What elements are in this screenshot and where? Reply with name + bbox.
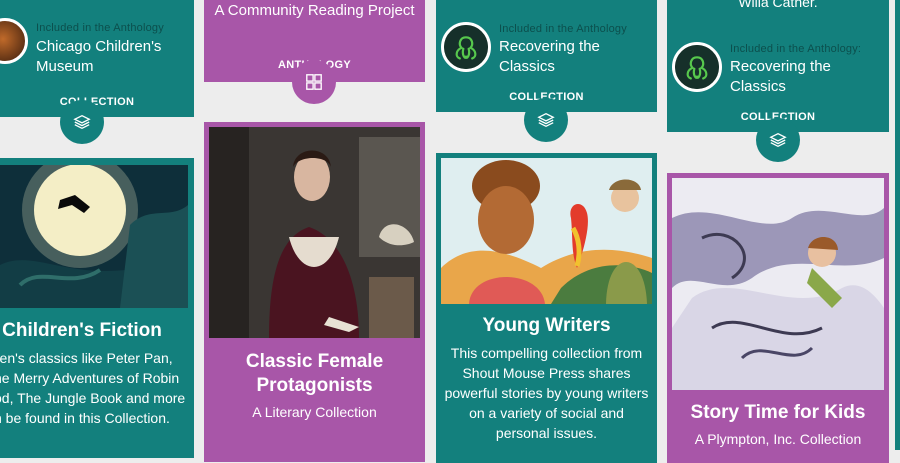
collection-card-recovering-classics-2[interactable]: Willa Cather. Included in the Anthology:… [667, 0, 889, 132]
collection-title-line1[interactable]: Classic Female [204, 350, 425, 374]
collection-badge[interactable] [524, 98, 568, 142]
collection-title[interactable]: Recovering the Classics [730, 57, 889, 97]
collection-title-line1[interactable]: Chicago Children's [36, 37, 161, 57]
collection-desc-line4: on a variety of social and [469, 405, 624, 421]
octopus-icon [675, 45, 719, 89]
collection-title-line2[interactable]: Museum [36, 57, 94, 77]
flying-creature-illustration [672, 178, 884, 390]
collection-card-young-writers[interactable]: Young Writers This compelling collection… [436, 153, 657, 463]
collection-subtitle: A Plympton, Inc. Collection [694, 431, 862, 447]
collection-badge[interactable] [756, 118, 800, 162]
collection-cover-image[interactable] [672, 178, 884, 390]
collection-title[interactable]: Children's Fiction [0, 319, 194, 343]
collection-card-chicago[interactable]: Included in the Anthology Chicago Childr… [0, 0, 194, 117]
layers-icon [73, 114, 91, 130]
collection-title[interactable]: Young Writers [436, 314, 657, 338]
anthology-badge[interactable] [292, 60, 336, 104]
collection-top-text: Willa Cather. [738, 0, 818, 10]
layers-icon [769, 132, 787, 148]
collection-desc-line2: he Merry Adventures of Robin [0, 370, 180, 386]
included-label: Included in the Anthology [36, 22, 164, 34]
collection-title-line2[interactable]: Protagonists [204, 374, 425, 398]
young-writers-illustration [441, 158, 652, 304]
collection-desc-line4: n be found in this Collection. [0, 410, 170, 426]
collection-card-recovering-classics[interactable]: Included in the Anthology Recovering the… [436, 0, 657, 112]
collection-desc-line3: powerful stories by young writers [444, 385, 649, 401]
collection-title[interactable]: Story Time for Kids [667, 401, 889, 425]
layers-icon [537, 112, 555, 128]
collection-avatar [672, 42, 722, 92]
page-edge [895, 0, 900, 450]
collection-card-childrens-fiction[interactable]: Children's Fiction ldren's classics like… [0, 158, 194, 458]
collection-cover-image[interactable] [0, 165, 188, 308]
collection-subtitle: A Literary Collection [252, 404, 377, 420]
collection-badge[interactable] [60, 100, 104, 144]
collection-card-classic-female[interactable]: Classic Female Protagonists A Literary C… [204, 122, 425, 462]
collection-title[interactable]: Recovering the Classics [499, 37, 657, 77]
anthology-subtitle: A Community Reading Project [214, 2, 415, 19]
collection-desc-line1: ldren's classics like Peter Pan, [0, 350, 173, 366]
collection-cover-image[interactable] [441, 158, 652, 304]
night-flight-illustration [0, 165, 188, 308]
collection-desc-line5: personal issues. [495, 425, 598, 441]
octopus-icon [444, 25, 488, 69]
included-label: Included in the Anthology: [730, 43, 862, 55]
collection-cover-image[interactable] [209, 127, 420, 338]
collection-avatar [441, 22, 491, 72]
collection-desc-line1: This compelling collection from [450, 345, 643, 361]
collection-desc-line2: Shout Mouse Press shares [462, 365, 631, 381]
collection-card-story-time[interactable]: Story Time for Kids A Plympton, Inc. Col… [667, 173, 889, 463]
portrait-painting [209, 127, 420, 338]
included-label: Included in the Anthology [499, 23, 627, 35]
collection-avatar [0, 18, 28, 64]
collection-desc-line3: od, The Jungle Book and more [0, 390, 186, 406]
grid-icon [306, 74, 322, 90]
